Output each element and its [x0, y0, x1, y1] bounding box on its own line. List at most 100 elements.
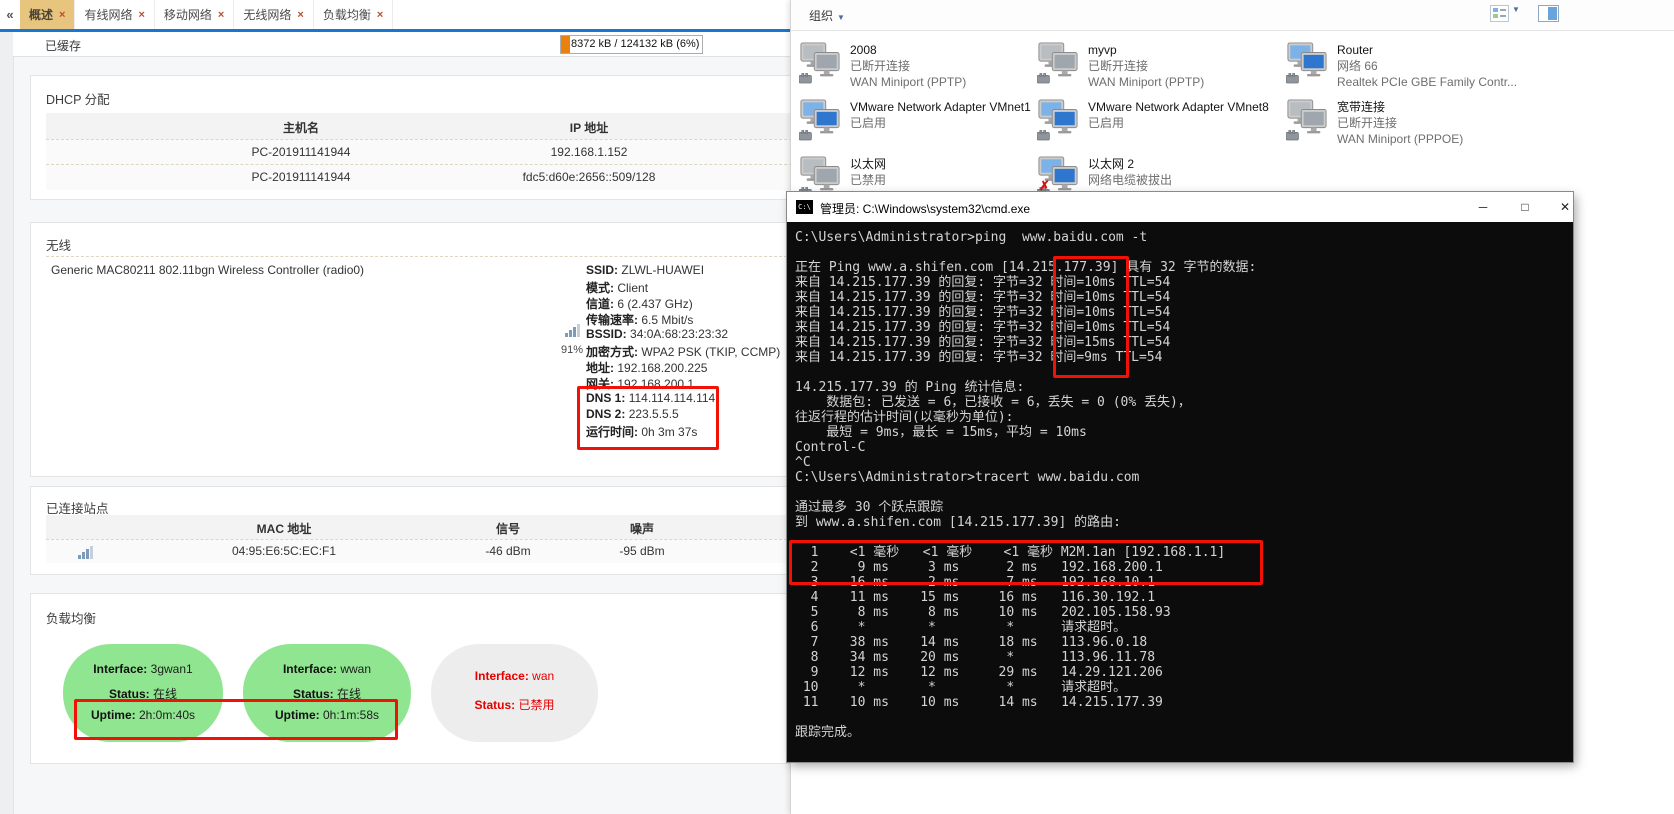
network-connection-vmnet8[interactable]: VMware Network Adapter VMnet8已启用 [1037, 97, 1287, 143]
network-connection-myvp[interactable]: myvp已断开连接WAN Miniport (PPTP) [1037, 40, 1287, 90]
network-adapter-icon [1037, 40, 1079, 86]
interface-bubble-wan: Interface: wan Status: 已禁用 [431, 644, 598, 742]
tab-wired-network[interactable]: 有线网络 × [75, 0, 154, 29]
connection-device: WAN Miniport (PPTP) [1088, 74, 1204, 90]
detail-value: WPA2 PSK (TKIP, CCMP) [641, 345, 780, 359]
tab-close-icon[interactable]: × [218, 9, 224, 21]
detail-label: 传输速率: [586, 313, 638, 327]
connection-status: 已启用 [850, 115, 1031, 131]
hostname-cell: PC-201911141944 [252, 170, 351, 184]
connection-name: 以太网 [850, 156, 1027, 172]
view-mode-icon [1490, 5, 1509, 22]
connection-status: 已启用 [1088, 115, 1269, 131]
detail-label: 地址: [586, 361, 614, 375]
network-connection-broadband[interactable]: 宽带连接已断开连接WAN Miniport (PPPOE) [1286, 97, 1536, 147]
preview-pane-icon [1538, 5, 1559, 22]
tab-label: 负载均衡 [323, 6, 371, 23]
detail-label: DNS 2: [586, 407, 625, 421]
progress-fill [561, 36, 570, 53]
interface-label: Interface: [93, 662, 147, 676]
col-noise: 噪声 [630, 520, 654, 537]
tab-wireless-network[interactable]: 无线网络 × [234, 0, 313, 29]
organize-menu[interactable]: 组织 ▼ [809, 7, 845, 24]
interface-value: wwan [340, 662, 371, 676]
console-area[interactable]: C:\Users\Administrator>ping www.baidu.co… [787, 222, 1573, 762]
tab-close-icon[interactable]: × [138, 9, 144, 21]
connection-status: 网络 66 [1337, 58, 1517, 74]
detail-label: 模式: [586, 281, 614, 295]
detail-value: 114.114.114.114 [629, 391, 716, 405]
detail-value: 6 (2.437 GHz) [617, 297, 692, 311]
network-connection-2008[interactable]: 2008已断开连接WAN Miniport (PPTP) [799, 40, 1049, 90]
tab-mobile-network[interactable]: 移动网络 × [155, 0, 234, 29]
console-output: C:\Users\Administrator>ping www.baidu.co… [795, 230, 1256, 740]
network-adapter-icon [799, 40, 841, 86]
connection-name: 2008 [850, 42, 966, 58]
dhcp-title: DHCP 分配 [46, 89, 110, 108]
wireless-device-name: Generic MAC80211 802.11bgn Wireless Cont… [51, 263, 364, 277]
detail-value: 34:0A:68:23:23:32 [630, 327, 728, 341]
tab-label: 概述 [29, 6, 53, 23]
tab-overview[interactable]: 概述 × [20, 0, 75, 29]
tab-close-icon[interactable]: × [377, 9, 383, 21]
detail-label: 加密方式: [586, 345, 638, 359]
network-connection-vmnet1[interactable]: VMware Network Adapter VMnet1已启用 [799, 97, 1049, 143]
explorer-toolbar: 组织 ▼ ▼ [791, 0, 1674, 31]
organize-label: 组织 [809, 9, 833, 23]
connection-name: 以太网 2 [1088, 156, 1226, 172]
dhcp-card: DHCP 分配 主机名 IP 地址 PC-201911141944 192.16… [30, 75, 812, 200]
detail-label: DNS 1: [586, 391, 625, 405]
scroll-tabs-left-icon[interactable]: « [0, 0, 20, 29]
network-adapter-icon [1286, 40, 1328, 86]
connection-name: myvp [1088, 42, 1204, 58]
detail-value: 192.168.200.1 [617, 377, 694, 391]
col-signal: 信号 [496, 520, 520, 537]
detail-value: ZLWL-HUAWEI [621, 263, 704, 277]
minimize-button[interactable]: ─ [1473, 197, 1493, 217]
cmd-title-bar[interactable]: C:\ 管理员: C:\Windows\system32\cmd.exe ─ □… [787, 192, 1573, 222]
load-balance-title: 负载均衡 [46, 608, 96, 627]
interface-bubble-wwan: Interface: wwan Status: 在线 Uptime: 0h:1m… [243, 644, 411, 742]
tab-load-balance[interactable]: 负载均衡 × [314, 0, 393, 29]
uptime-value: 2h:0m:40s [139, 708, 195, 722]
col-hostname: 主机名 [283, 119, 319, 136]
connection-name: Router [1337, 42, 1517, 58]
table-row: PC-201911141944 192.168.1.152 [46, 139, 812, 165]
connection-status: 已禁用 [850, 172, 1027, 188]
network-adapter-icon [1037, 97, 1079, 143]
buffered-progressbar: 8372 kB / 124132 kB (6%) [560, 35, 703, 54]
interface-value: 3gwan1 [151, 662, 193, 676]
network-connection-router[interactable]: Router网络 66Realtek PCIe GBE Family Contr… [1286, 40, 1536, 90]
connection-status: 网络电缆被拔出 [1088, 172, 1226, 188]
wireless-title: 无线 [46, 235, 71, 254]
detail-value: 0h 3m 37s [641, 425, 697, 439]
cmd-window-title: 管理员: C:\Windows\system32\cmd.exe [820, 200, 1030, 217]
status-value: 在线 [337, 687, 361, 701]
uptime-label: Uptime: [91, 708, 136, 722]
detail-label: 网关: [586, 377, 614, 391]
connection-status: 已断开连接 [1337, 115, 1463, 131]
close-button[interactable]: ✕ [1555, 197, 1575, 217]
chevron-down-icon: ▼ [1512, 5, 1520, 14]
detail-value: 6.5 Mbit/s [641, 313, 693, 327]
cmd-icon: C:\ [796, 200, 813, 214]
interface-label: Interface: [475, 669, 529, 683]
buffered-label: 已缓存 [45, 37, 81, 54]
divider [46, 256, 812, 257]
wireless-details: SSID: ZLWL-HUAWEI 模式: Client 信道: 6 (2.43… [586, 263, 780, 439]
ip-cell: fdc5:d60e:2656::509/128 [523, 170, 656, 184]
connection-name: 宽带连接 [1337, 99, 1463, 115]
wireless-card: 无线 Generic MAC80211 802.11bgn Wireless C… [30, 222, 812, 477]
load-balance-card: 负载均衡 Interface: 3gwan1 Status: 在线 Uptime… [30, 593, 812, 764]
chevron-down-icon: ▼ [837, 13, 845, 22]
stations-table-header: MAC 地址 信号 噪声 [46, 515, 812, 539]
uptime-value: 0h:1m:58s [323, 708, 379, 722]
signal-percent: 91% [555, 344, 589, 356]
view-mode-button[interactable]: ▼ [1490, 5, 1520, 27]
buffered-memory-row: 已缓存 8372 kB / 124132 kB (6%) [13, 32, 812, 57]
tab-close-icon[interactable]: × [297, 9, 303, 21]
tab-close-icon[interactable]: × [59, 9, 65, 21]
preview-pane-button[interactable] [1538, 5, 1559, 27]
detail-label: BSSID: [586, 327, 627, 341]
maximize-button[interactable]: □ [1515, 197, 1535, 217]
